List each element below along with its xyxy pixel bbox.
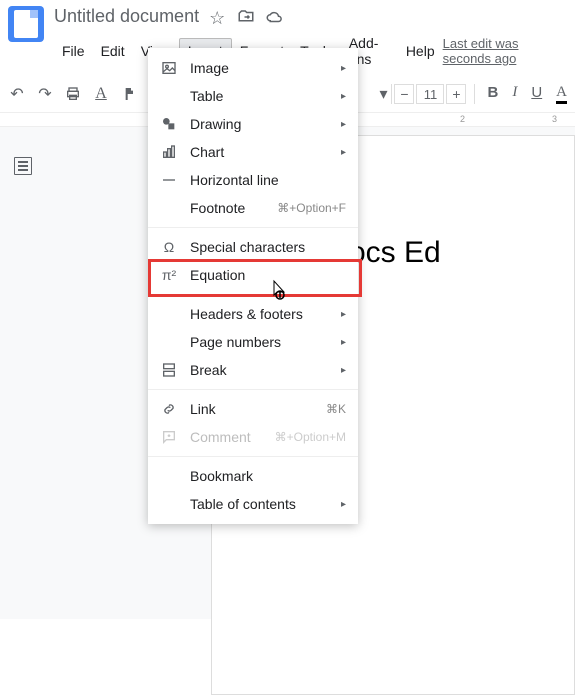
underline-button[interactable]: U	[531, 84, 542, 104]
menu-label: Bookmark	[190, 468, 253, 484]
chevron-right-icon: ▸	[341, 91, 346, 102]
document-title[interactable]: Untitled document	[54, 6, 199, 27]
insert-special-characters[interactable]: Ω Special characters	[148, 233, 358, 261]
menu-divider	[148, 294, 358, 295]
menu-label: Headers & footers	[190, 306, 303, 322]
page-numbers-icon	[160, 333, 178, 351]
menu-label: Link	[190, 401, 216, 417]
menu-label: Special characters	[190, 239, 305, 255]
chevron-right-icon: ▸	[341, 337, 346, 348]
insert-headers-footers[interactable]: Headers & footers ▸	[148, 300, 358, 328]
insert-chart[interactable]: Chart ▸	[148, 138, 358, 166]
insert-image[interactable]: Image ▸	[148, 54, 358, 82]
comment-icon	[160, 428, 178, 446]
shortcut-label: ⌘+Option+M	[275, 430, 346, 444]
chevron-right-icon: ▸	[341, 309, 346, 320]
menu-label: Comment	[190, 429, 251, 445]
undo-icon[interactable]: ↶	[8, 85, 26, 103]
chevron-right-icon: ▸	[341, 63, 346, 74]
menu-divider	[148, 227, 358, 228]
last-edit-link[interactable]: Last edit was seconds ago	[443, 36, 567, 66]
menu-label: Equation	[190, 267, 245, 283]
menu-label: Break	[190, 362, 227, 378]
drawing-icon	[160, 115, 178, 133]
insert-table[interactable]: Table ▸	[148, 82, 358, 110]
insert-comment: Comment ⌘+Option+M	[148, 423, 358, 451]
chevron-right-icon: ▸	[341, 499, 346, 510]
paint-format-icon[interactable]	[120, 85, 138, 103]
menu-label: Horizontal line	[190, 172, 279, 188]
outline-toggle-icon[interactable]	[14, 157, 32, 175]
insert-menu-dropdown: Image ▸ Table ▸ Drawing ▸ Chart ▸ Horizo…	[148, 48, 358, 524]
chevron-right-icon: ▸	[341, 147, 346, 158]
bold-button[interactable]: B	[487, 84, 498, 104]
break-icon	[160, 361, 178, 379]
menu-label: Chart	[190, 144, 224, 160]
insert-break[interactable]: Break ▸	[148, 356, 358, 384]
link-icon	[160, 400, 178, 418]
menu-label: Image	[190, 60, 229, 76]
ruler-mark: 3	[552, 114, 557, 124]
redo-icon[interactable]: ↷	[36, 85, 54, 103]
menu-label: Page numbers	[190, 334, 281, 350]
shortcut-label: ⌘+Option+F	[277, 201, 346, 215]
menu-divider	[148, 389, 358, 390]
menu-label: Table of contents	[190, 496, 296, 512]
star-icon[interactable]: ☆	[209, 8, 227, 26]
shortcut-label: ⌘K	[326, 402, 346, 416]
cloud-status-icon[interactable]	[265, 8, 283, 26]
insert-bookmark[interactable]: Bookmark	[148, 462, 358, 490]
table-icon	[160, 87, 178, 105]
toc-icon	[160, 495, 178, 513]
chevron-right-icon: ▸	[341, 365, 346, 376]
insert-table-of-contents[interactable]: Table of contents ▸	[148, 490, 358, 518]
footnote-icon	[160, 199, 178, 217]
menu-divider	[148, 456, 358, 457]
omega-icon: Ω	[160, 238, 178, 256]
menu-edit[interactable]: Edit	[93, 39, 133, 63]
insert-footnote[interactable]: Footnote ⌘+Option+F	[148, 194, 358, 222]
separator	[474, 84, 475, 104]
separator	[391, 84, 392, 104]
bookmark-icon	[160, 467, 178, 485]
font-size-increase[interactable]: +	[446, 84, 466, 104]
insert-drawing[interactable]: Drawing ▸	[148, 110, 358, 138]
move-icon[interactable]	[237, 8, 255, 26]
insert-equation[interactable]: π² Equation	[148, 261, 358, 289]
pi-icon: π²	[160, 266, 178, 284]
insert-horizontal-line[interactable]: Horizontal line	[148, 166, 358, 194]
chevron-right-icon: ▸	[341, 119, 346, 130]
insert-link[interactable]: Link ⌘K	[148, 395, 358, 423]
print-icon[interactable]	[64, 85, 82, 103]
insert-page-numbers[interactable]: Page numbers ▸	[148, 328, 358, 356]
menu-help[interactable]: Help	[398, 39, 443, 63]
font-dropdown-icon[interactable]: ▾	[377, 84, 389, 104]
headers-icon	[160, 305, 178, 323]
ruler-mark: 2	[460, 114, 465, 124]
text-color-button[interactable]: A	[556, 84, 567, 104]
menu-label: Table	[190, 88, 223, 104]
image-icon	[160, 59, 178, 77]
menu-label: Drawing	[190, 116, 241, 132]
horizontal-line-icon	[160, 171, 178, 189]
outline-panel	[0, 127, 41, 619]
menu-file[interactable]: File	[54, 39, 93, 63]
font-size-decrease[interactable]: −	[394, 84, 414, 104]
italic-button[interactable]: I	[512, 84, 517, 104]
menu-label: Footnote	[190, 200, 245, 216]
spellcheck-icon[interactable]: A	[92, 85, 110, 103]
font-size-value[interactable]: 11	[416, 84, 444, 104]
docs-logo[interactable]	[8, 6, 44, 42]
chart-icon	[160, 143, 178, 161]
